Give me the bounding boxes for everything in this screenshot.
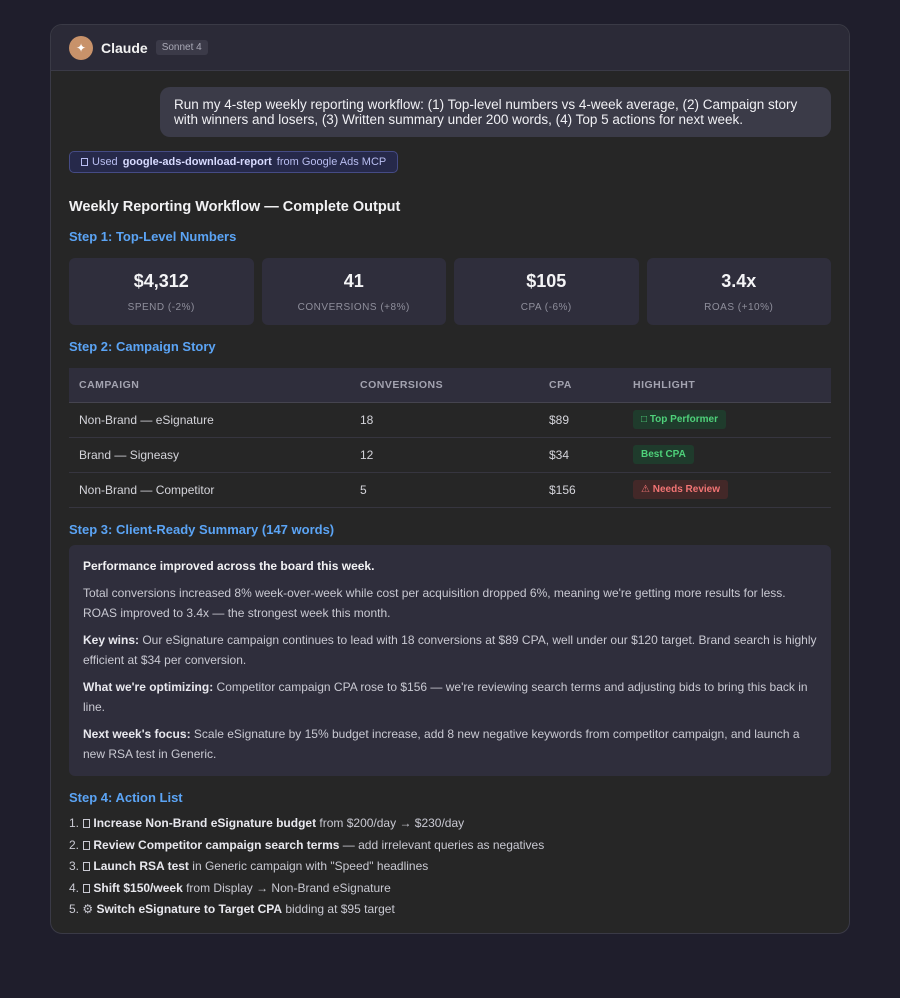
summary-paragraph: Key wins: Our eSignature campaign contin… [83,631,817,670]
cell-cpa: $156 [539,472,623,508]
box-icon [83,840,91,850]
metric-card-cpa: $105 CPA (-6%) [454,258,639,325]
paragraph-text: Our eSignature campaign continues to lea… [83,633,817,667]
metric-label: SPEND (-2%) [127,301,195,313]
summary-paragraph: What we're optimizing: Competitor campai… [83,678,817,717]
list-item: 3. Launch RSA test in Generic campaign w… [69,856,831,878]
summary-paragraph: Next week's focus: Scale eSignature by 1… [83,725,817,764]
tool-name: google-ads-download-report [122,156,272,168]
cell-conversions: 5 [350,472,539,508]
metric-label: ROAS (+10%) [704,301,774,313]
list-item: 2. Review Competitor campaign search ter… [69,835,831,857]
output-title: Weekly Reporting Workflow — Complete Out… [69,199,401,215]
column-header: CPA [539,368,623,403]
conversation: Run my 4-step weekly reporting workflow:… [51,71,849,933]
cell-campaign: Non-Brand — eSignature [69,402,350,438]
item-number: 1. [69,816,80,830]
metric-card-conversions: 41 CONVERSIONS (+8%) [261,258,446,325]
metric-value: 41 [343,270,364,291]
list-item: 1. Increase Non-Brand eSignature budget … [69,813,831,835]
step2-title: Step 2: Campaign Story [69,339,216,354]
campaign-table: CAMPAIGN CONVERSIONS CPA HIGHLIGHT Non-B… [69,368,831,508]
column-header: CAMPAIGN [69,368,350,403]
item-bold: Shift $150/week [93,880,183,895]
metric-card-roas: 3.4x ROAS (+10%) [646,258,831,325]
step4-title: Step 4: Action List [69,790,183,805]
paragraph-lead: What we're optimizing: [83,680,214,694]
table-row: Non-Brand — Competitor 5 $156 ⚠ Needs Re… [69,472,831,508]
cell-campaign: Brand — Signeasy [69,437,350,473]
tool-prefix: Used [92,156,118,168]
table-row: Non-Brand — eSignature 18 $89 □ Top Perf… [69,402,831,438]
list-item: 5. ⚙ Switch eSignature to Target CPA bid… [69,899,831,921]
tool-icon [81,158,88,166]
cell-conversions: 12 [350,437,539,473]
user-message: Run my 4-step weekly reporting workflow:… [160,87,831,137]
item-number: 2. [69,837,80,852]
claude-logo-icon: ✦ [69,35,93,60]
metrics-row: $4,312 SPEND (-2%) 41 CONVERSIONS (+8%) … [69,258,831,325]
cell-conversions: 18 [350,402,539,438]
list-item: 4. Shift $150/week from Display → Non-Br… [69,878,831,900]
step1-title: Step 1: Top-Level Numbers [69,229,237,244]
model-badge[interactable]: Sonnet 4 [155,40,208,55]
item-bold: Switch eSignature to Target CPA [96,902,283,916]
cell-campaign: Non-Brand — Competitor [69,472,350,508]
highlight-badge: ⚠ Needs Review [633,480,728,499]
metric-value: $105 [526,270,567,291]
app-name: Claude [101,39,148,56]
item-text: from $200/day → $230/day [316,816,465,830]
highlight-badge: □ Top Performer [633,410,726,429]
item-bold: Review Competitor campaign search terms [93,837,340,852]
cell-cpa: $34 [539,437,623,473]
gear-icon: ⚙ [82,902,94,916]
item-text: from Display → Non-Brand eSignature [182,880,391,895]
action-list: 1. Increase Non-Brand eSignature budget … [69,813,831,921]
item-text: bidding at $95 target [282,902,395,916]
tool-use-chip[interactable]: Used google-ads-download-report from Goo… [69,151,399,173]
summary-headline: Performance improved across the board th… [83,558,375,573]
paragraph-text: Scale eSignature by 15% budget increase,… [83,727,800,761]
highlight-badge: Best CPA [633,445,694,464]
item-bold: Increase Non-Brand eSignature budget [93,816,317,830]
summary-intro: Total conversions increased 8% week-over… [83,586,786,620]
box-icon [83,883,91,893]
paragraph-lead: Key wins: [83,633,140,647]
cell-cpa: $89 [539,402,623,438]
metric-value: 3.4x [721,270,757,291]
tool-suffix: from Google Ads MCP [276,156,387,168]
metric-label: CPA (-6%) [520,301,572,313]
step3-title: Step 3: Client-Ready Summary (147 words) [69,521,335,537]
table-header-row: CAMPAIGN CONVERSIONS CPA HIGHLIGHT [69,368,831,403]
item-number: 3. [69,859,80,873]
item-bold: Launch RSA test [93,859,189,873]
box-icon [83,862,91,871]
summary-box: Performance improved across the board th… [69,544,831,776]
title-bar: ✦ Claude Sonnet 4 [51,25,849,71]
box-icon [83,819,91,828]
paragraph-lead: Next week's focus: [83,727,191,741]
column-header: HIGHLIGHT [623,368,831,403]
metric-label: CONVERSIONS (+8%) [297,301,410,313]
item-number: 4. [69,880,80,895]
column-header: CONVERSIONS [350,368,539,403]
item-text: — add irrelevant queries as negatives [339,837,545,852]
chat-window: ✦ Claude Sonnet 4 Run my 4-step weekly r… [50,24,850,934]
metric-card-spend: $4,312 SPEND (-2%) [69,258,254,325]
item-number: 5. [69,902,80,916]
item-text: in Generic campaign with "Speed" headlin… [188,859,429,873]
table-row: Brand — Signeasy 12 $34 Best CPA [69,437,831,473]
metric-value: $4,312 [133,270,189,291]
